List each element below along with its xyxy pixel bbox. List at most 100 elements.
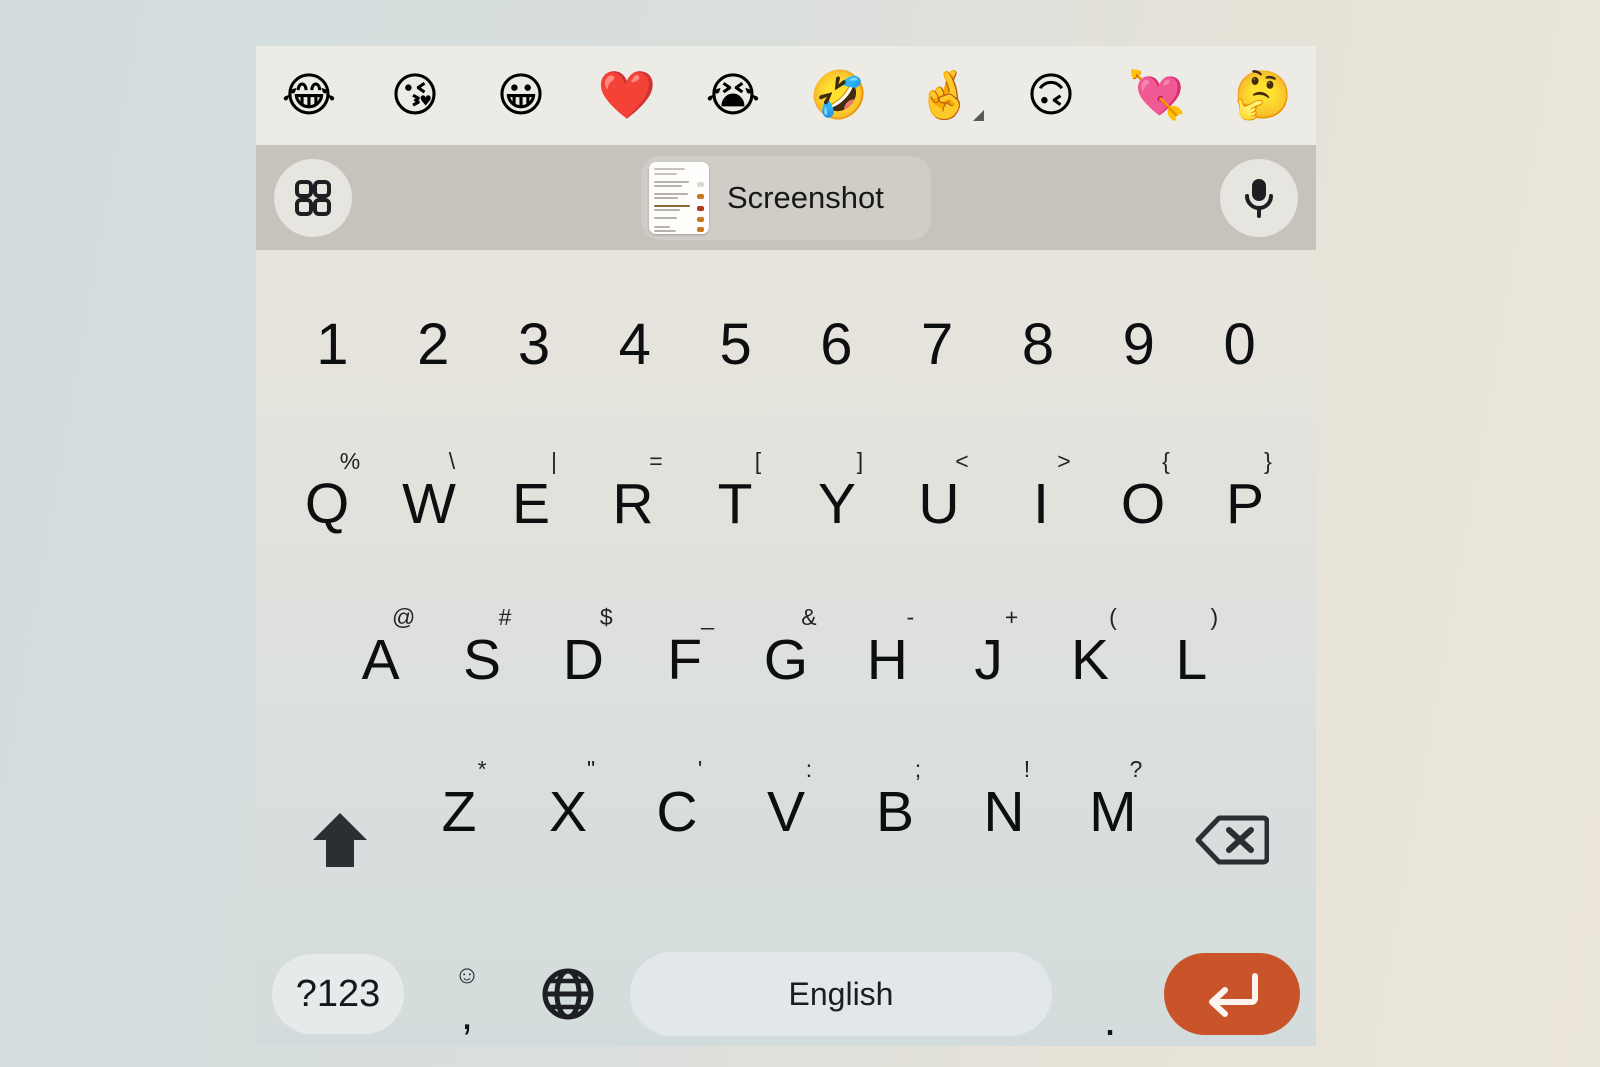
key-q[interactable]: % Q	[276, 450, 378, 580]
period-key[interactable]: .	[1062, 952, 1158, 1045]
key-w[interactable]: \ W	[378, 450, 480, 580]
globe-language-icon	[542, 968, 594, 1020]
key-d[interactable]: $ D	[533, 606, 634, 736]
key-label: H	[866, 628, 908, 692]
emoji-suggestion-9[interactable]: 🤔	[1210, 46, 1316, 145]
key-z[interactable]: * Z	[405, 758, 514, 888]
key-label: C	[656, 780, 698, 844]
apps-grid-button[interactable]	[274, 158, 352, 237]
key-label: G	[763, 628, 809, 692]
key-label: E	[511, 472, 551, 536]
key-p[interactable]: } P	[1194, 450, 1296, 580]
emoji-suggestion-6[interactable]: 🤞	[892, 46, 998, 145]
key-label: L	[1175, 628, 1208, 692]
smiley-face-icon: ☺	[454, 960, 480, 989]
key-o[interactable]: {O	[1092, 450, 1194, 580]
enter-key[interactable]	[1164, 953, 1300, 1035]
key-2[interactable]: 2	[383, 316, 484, 436]
apps-grid-icon	[295, 179, 331, 216]
key-label: 1	[316, 312, 349, 377]
key-secondary-label: [	[754, 448, 762, 474]
key-label: 9	[1122, 312, 1155, 377]
key-u[interactable]: < U	[888, 450, 990, 580]
key-label: M	[1089, 780, 1137, 844]
key-j[interactable]: + J	[938, 606, 1039, 736]
comma-key[interactable]: ☺ ,	[418, 960, 516, 1036]
key-label: P	[1225, 472, 1265, 536]
key-v[interactable]: :V	[732, 758, 841, 888]
space-key[interactable]: English	[630, 952, 1052, 1036]
key-label: 6	[820, 312, 853, 377]
emoji-suggestion-3[interactable]: ❤️	[574, 46, 680, 145]
backspace-key[interactable]	[1167, 758, 1296, 888]
enter-return-icon	[1209, 973, 1258, 1017]
key-label: D	[562, 628, 604, 692]
screenshot-thumbnail	[649, 161, 709, 234]
key-secondary-label: }	[1264, 448, 1272, 474]
shift-key[interactable]	[276, 758, 405, 888]
symbols-key[interactable]: ?123	[272, 954, 404, 1034]
key-f[interactable]: _ F	[634, 606, 735, 736]
key-i[interactable]: > I	[990, 450, 1092, 580]
key-label: R	[612, 472, 654, 536]
key-4[interactable]: 4	[584, 316, 685, 436]
clipboard-chip-label: Screenshot	[727, 179, 884, 215]
key-label: O	[1120, 472, 1166, 536]
key-1[interactable]: 1	[282, 316, 383, 436]
key-secondary-label: "	[586, 756, 596, 782]
key-6[interactable]: 6	[786, 316, 887, 436]
key-g[interactable]: & G	[735, 606, 836, 736]
key-s[interactable]: # S	[431, 606, 532, 736]
key-9[interactable]: 9	[1088, 316, 1189, 436]
emoji-suggestion-8[interactable]: 💘	[1104, 46, 1210, 145]
clipboard-screenshot-chip[interactable]: Screenshot	[641, 155, 931, 240]
voice-input-button[interactable]	[1220, 158, 1298, 237]
key-t[interactable]: [T	[684, 450, 786, 580]
key-x[interactable]: " X	[514, 758, 623, 888]
key-label: S	[462, 628, 501, 692]
key-label: Y	[817, 472, 857, 536]
key-c[interactable]: ' C	[623, 758, 732, 888]
emoji-suggestion-2[interactable]: 😀	[468, 46, 574, 145]
emoji-suggestion-1[interactable]: 😘	[362, 46, 468, 145]
key-label: 5	[719, 312, 752, 377]
key-label: T	[717, 472, 753, 536]
key-secondary-label: )	[1210, 604, 1219, 630]
loudly-crying-face-icon: 😭	[705, 68, 761, 123]
key-7[interactable]: 7	[887, 316, 988, 436]
key-a[interactable]: @ A	[330, 606, 431, 736]
emoji-suggestion-0[interactable]: 😂	[256, 46, 362, 145]
language-switch-key[interactable]	[516, 967, 620, 1021]
keyboard-panel: 😂 😘 😀 ❤️ 😭 🤣 🤞 🙃 💘 🤔 Screenshot 1 2 3 4 …	[256, 46, 1316, 1046]
key-label: 7	[921, 312, 954, 377]
keyboard-row-asdf: @ A # S $ D _ F & G -H + J (K ) L	[256, 606, 1316, 736]
keyboard-toolbar: Screenshot	[256, 145, 1316, 250]
key-y[interactable]: ] Y	[786, 450, 888, 580]
period-key-label: .	[1103, 992, 1117, 1045]
key-l[interactable]: ) L	[1141, 606, 1242, 736]
key-5[interactable]: 5	[685, 316, 786, 436]
key-n[interactable]: ! N	[949, 758, 1058, 888]
key-label: N	[983, 780, 1025, 844]
emoji-suggestion-7[interactable]: 🙃	[998, 46, 1104, 145]
emoji-suggestion-4[interactable]: 😭	[680, 46, 786, 145]
key-secondary-label: >	[1057, 448, 1071, 474]
backspace-icon	[1195, 815, 1269, 865]
key-0[interactable]: 0	[1189, 316, 1290, 436]
key-label: Z	[441, 780, 477, 844]
key-label: 0	[1223, 312, 1256, 377]
key-label: V	[766, 780, 805, 844]
key-b[interactable]: ; B	[840, 758, 949, 888]
key-h[interactable]: -H	[837, 606, 938, 736]
emoji-suggestion-5[interactable]: 🤣	[786, 46, 892, 145]
key-label: A	[361, 628, 400, 692]
key-m[interactable]: ? M	[1058, 758, 1167, 888]
microphone-icon	[1245, 178, 1273, 218]
emoji-suggestion-strip: 😂 😘 😀 ❤️ 😭 🤣 🤞 🙃 💘 🤔	[256, 46, 1316, 145]
key-label: Q	[304, 472, 350, 536]
key-3[interactable]: 3	[484, 316, 585, 436]
key-e[interactable]: | E	[480, 450, 582, 580]
key-k[interactable]: (K	[1039, 606, 1140, 736]
key-8[interactable]: 8	[988, 316, 1089, 436]
key-r[interactable]: = R	[582, 450, 684, 580]
